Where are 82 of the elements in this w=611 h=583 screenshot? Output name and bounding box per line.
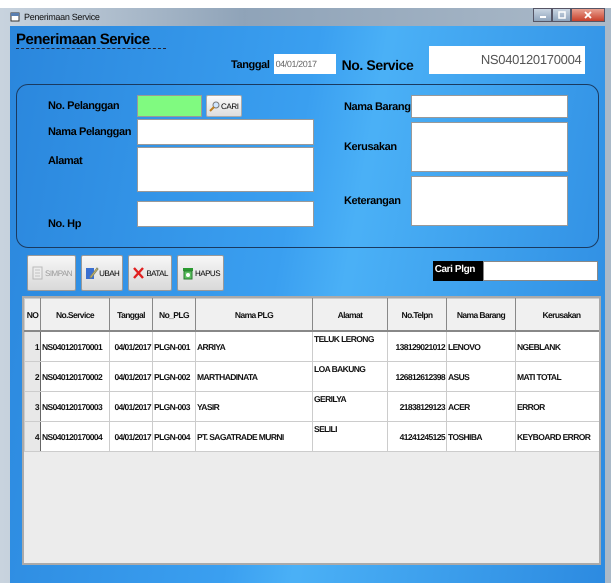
window-title: Penerimaan Service: [24, 12, 100, 22]
table-cell: ACER: [446, 392, 516, 422]
field-label: Alamat: [48, 154, 84, 167]
table-cell: MARTHADINATA: [196, 362, 312, 392]
table-cell: NS040120170001: [40, 331, 110, 362]
text-area[interactable]: [411, 122, 568, 172]
table-cell: 04/01/2017: [110, 331, 152, 362]
table-cell: KEYBOARD ERROR: [516, 422, 599, 452]
table-cell: ERROR: [516, 392, 599, 422]
table-cell: PLGN-001: [152, 331, 196, 362]
date-field[interactable]: 04/01/2017: [274, 54, 336, 74]
close-icon: [584, 11, 592, 19]
customer-search-field[interactable]: [483, 261, 598, 281]
field-label: No. Hp: [48, 217, 82, 230]
action-button[interactable]: UBAH: [81, 255, 124, 291]
column-header[interactable]: Nama Barang: [446, 298, 516, 331]
table-cell: 04/01/2017: [110, 422, 152, 452]
table-cell: 138129021012: [388, 331, 446, 362]
text-field[interactable]: [411, 95, 568, 118]
table-cell: NS040120170003: [40, 392, 110, 422]
table-cell: 04/01/2017: [110, 362, 152, 392]
table-cell: MATI TOTAL: [516, 362, 599, 392]
table-cell: PLGN-003: [152, 392, 196, 422]
date-label: Tanggal: [231, 59, 270, 73]
column-header[interactable]: No_PLG: [152, 298, 196, 331]
field-label: Keterangan: [344, 195, 402, 207]
table-cell: SELILI: [312, 422, 388, 452]
column-header[interactable]: Tanggal: [110, 298, 152, 331]
text-field[interactable]: [137, 201, 314, 227]
customer-number-field[interactable]: [137, 95, 202, 117]
delete-icon: [180, 266, 195, 280]
table-cell: NGEBLANK: [516, 331, 599, 362]
table-cell: TOSHIBA: [446, 422, 516, 452]
table-cell: LENOVO: [446, 331, 516, 362]
minimize-button[interactable]: [533, 8, 552, 22]
table-cell: PLGN-004: [152, 422, 196, 452]
table-cell: 21838129123: [388, 392, 446, 422]
table-cell: GERILYA: [312, 392, 388, 422]
action-button[interactable]: HAPUS: [176, 255, 224, 291]
table-cell: ARRIYA: [196, 331, 312, 362]
column-header[interactable]: Nama PLG: [196, 298, 312, 331]
field-label: Nama Barang: [344, 100, 411, 112]
service-number-field[interactable]: NS040120170004: [429, 46, 586, 74]
row-header[interactable]: 2: [24, 362, 40, 392]
table-cell: PT. SAGATRADE MURNI: [196, 422, 312, 452]
search-label: Cari Plgn: [432, 261, 483, 281]
service-number-label: No. Service: [340, 57, 414, 74]
column-header[interactable]: Alamat: [312, 298, 388, 331]
maximize-button[interactable]: [552, 8, 571, 22]
table-cell: TELUK LERONG: [312, 331, 388, 362]
save-icon: [31, 266, 45, 280]
search-button[interactable]: CARI: [206, 95, 242, 117]
table-cell: ASUS: [446, 362, 516, 392]
edit-icon: [85, 266, 100, 280]
table-cell: 04/01/2017: [110, 392, 152, 422]
column-header[interactable]: Kerusakan: [516, 298, 599, 331]
row-header[interactable]: 1: [24, 331, 40, 362]
text-area[interactable]: [411, 176, 568, 226]
table-cell: PLGN-002: [152, 362, 196, 392]
text-field[interactable]: [137, 119, 314, 145]
field-label: No. Pelanggan: [48, 100, 120, 112]
table-cell: NS040120170002: [40, 362, 110, 392]
cancel-icon: [132, 266, 146, 280]
row-header[interactable]: 3: [24, 392, 40, 422]
text-area[interactable]: [137, 147, 314, 192]
close-button[interactable]: [571, 8, 605, 22]
table-cell: YASIR: [196, 392, 312, 422]
column-header[interactable]: No.Service: [40, 298, 110, 331]
table-cell: NS040120170004: [40, 422, 110, 452]
field-label: Nama Pelanggan: [48, 126, 132, 138]
table-cell: 41241245125: [388, 422, 446, 452]
column-header[interactable]: NO: [24, 298, 40, 331]
form-title: Penerimaan Service: [16, 28, 166, 49]
app-icon: [10, 12, 20, 22]
column-header[interactable]: No.Telpn: [388, 298, 446, 331]
field-label: Kerusakan: [344, 141, 398, 153]
maximize-icon: [558, 11, 566, 19]
table-cell: 126812612398: [388, 362, 446, 392]
row-header[interactable]: 4: [24, 422, 40, 452]
table-cell: LOA BAKUNG: [312, 362, 388, 392]
search-icon: [209, 100, 220, 112]
action-button[interactable]: BATAL: [128, 255, 172, 291]
